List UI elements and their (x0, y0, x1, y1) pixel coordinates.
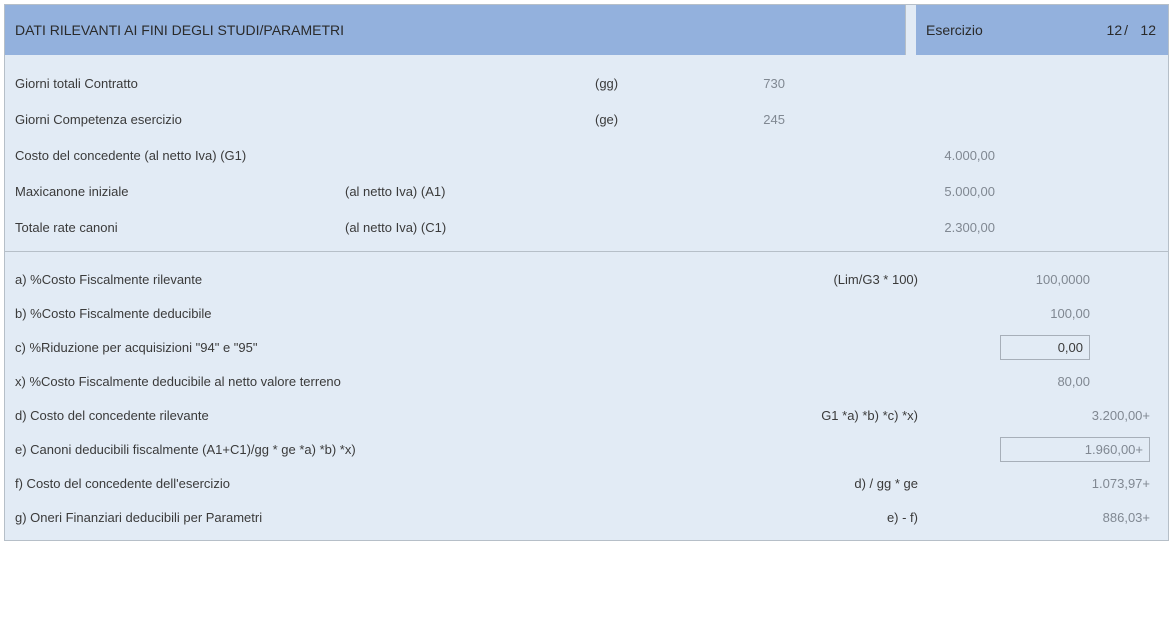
g-value: 886,03+ (948, 510, 1158, 525)
gg-unit: (gg) (595, 76, 685, 91)
row-gg: Giorni totali Contratto (gg) 730 (15, 65, 1158, 101)
f-label: f) Costo del concedente dell'esercizio (15, 476, 595, 491)
e-input[interactable]: 1.960,00+ (1000, 437, 1150, 462)
d-label: d) Costo del concedente rilevante (15, 408, 595, 423)
f-formula: d) / gg * ge (595, 476, 948, 491)
a1-note: (al netto Iva) (A1) (345, 184, 595, 199)
header-row: DATI RILEVANTI AI FINI DEGLI STUDI/PARAM… (5, 5, 1168, 55)
ge-unit: (ge) (595, 112, 685, 127)
a-formula: (Lim/G3 * 100) (595, 272, 948, 287)
b-value: 100,00 (948, 306, 1158, 321)
x-value: 80,00 (948, 374, 1158, 389)
g1-value: 4.000,00 (805, 148, 1015, 163)
panel-title: DATI RILEVANTI AI FINI DEGLI STUDI/PARAM… (5, 5, 906, 55)
exercise-separator: / (1124, 22, 1128, 38)
row-g1: Costo del concedente (al netto Iva) (G1)… (15, 137, 1158, 173)
row-x: x) %Costo Fiscalmente deducibile al nett… (15, 364, 1158, 398)
row-d: d) Costo del concedente rilevante G1 *a)… (15, 398, 1158, 432)
exercise-box: Esercizio 12 / 12 (916, 5, 1168, 55)
a1-label: Maxicanone iniziale (15, 184, 345, 199)
row-g: g) Oneri Finanziari deducibili per Param… (15, 500, 1158, 534)
row-a: a) %Costo Fiscalmente rilevante (Lim/G3 … (15, 262, 1158, 296)
a-value: 100,0000 (948, 272, 1158, 287)
row-f: f) Costo del concedente dell'esercizio d… (15, 466, 1158, 500)
c1-value: 2.300,00 (805, 220, 1015, 235)
header-gap (906, 5, 916, 55)
g1-label: Costo del concedente (al netto Iva) (G1) (15, 148, 345, 163)
g-label: g) Oneri Finanziari deducibili per Param… (15, 510, 595, 525)
ge-value: 245 (685, 112, 805, 127)
ge-label: Giorni Competenza esercizio (15, 112, 345, 127)
c-input[interactable]: 0,00 (1000, 335, 1090, 360)
main-panel: DATI RILEVANTI AI FINI DEGLI STUDI/PARAM… (4, 4, 1169, 541)
a1-value: 5.000,00 (805, 184, 1015, 199)
exercise-label: Esercizio (926, 22, 1096, 38)
f-value: 1.073,97+ (948, 476, 1158, 491)
d-formula: G1 *a) *b) *c) *x) (595, 408, 948, 423)
section-top: Giorni totali Contratto (gg) 730 Giorni … (5, 55, 1168, 251)
row-e: e) Canoni deducibili fiscalmente (A1+C1)… (15, 432, 1158, 466)
exercise-current: 12 (1096, 22, 1122, 38)
c1-label: Totale rate canoni (15, 220, 345, 235)
row-c: c) %Riduzione per acquisizioni "94" e "9… (15, 330, 1158, 364)
row-a1: Maxicanone iniziale (al netto Iva) (A1) … (15, 173, 1158, 209)
exercise-total: 12 (1130, 22, 1156, 38)
c-label: c) %Riduzione per acquisizioni "94" e "9… (15, 340, 595, 355)
a-label: a) %Costo Fiscalmente rilevante (15, 272, 595, 287)
x-label: x) %Costo Fiscalmente deducibile al nett… (15, 374, 595, 389)
g-formula: e) - f) (595, 510, 948, 525)
c1-note: (al netto Iva) (C1) (345, 220, 595, 235)
d-value: 3.200,00+ (948, 408, 1158, 423)
exercise-values: 12 / 12 (1096, 22, 1156, 38)
gg-value: 730 (685, 76, 805, 91)
section-bottom: a) %Costo Fiscalmente rilevante (Lim/G3 … (5, 251, 1168, 540)
row-b: b) %Costo Fiscalmente deducibile 100,00 (15, 296, 1158, 330)
row-c1: Totale rate canoni (al netto Iva) (C1) 2… (15, 209, 1158, 245)
b-label: b) %Costo Fiscalmente deducibile (15, 306, 595, 321)
e-label: e) Canoni deducibili fiscalmente (A1+C1)… (15, 442, 595, 457)
c-value-cell: 0,00 (948, 335, 1158, 360)
gg-label: Giorni totali Contratto (15, 76, 345, 91)
e-value-cell: 1.960,00+ (948, 437, 1158, 462)
row-ge: Giorni Competenza esercizio (ge) 245 (15, 101, 1158, 137)
